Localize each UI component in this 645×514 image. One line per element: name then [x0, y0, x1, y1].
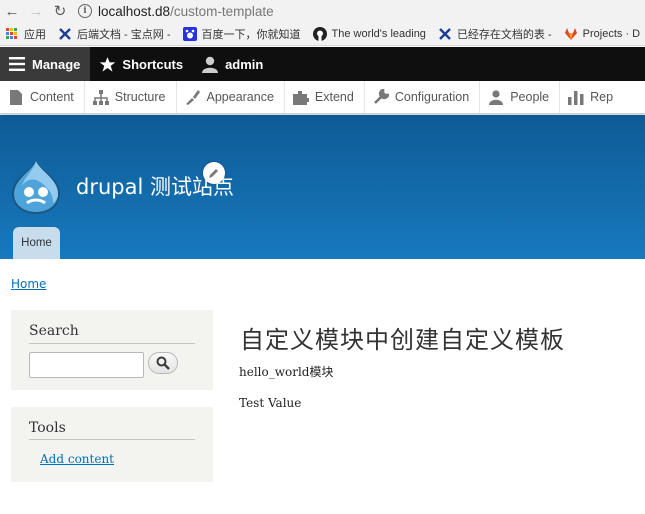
- divider: [29, 439, 195, 440]
- search-button[interactable]: [148, 352, 178, 374]
- divider: [29, 343, 195, 344]
- browser-address-bar: ← → ↻ i localhost.d8/custom-template: [0, 0, 645, 22]
- back-icon[interactable]: ←: [0, 0, 24, 22]
- forward-icon[interactable]: →: [24, 0, 48, 22]
- admin-toolbar: Manage Shortcuts admin: [0, 47, 645, 81]
- site-header: drupal 测试站点 Home: [0, 115, 645, 259]
- appearance-icon: [185, 89, 201, 105]
- apps-icon: [6, 27, 18, 40]
- tray-item-label: Configuration: [394, 90, 470, 104]
- structure-icon: [92, 89, 109, 105]
- search-block-title: Search: [29, 323, 79, 339]
- page-title: 自定义模块中创建自定义模板: [240, 326, 565, 354]
- content-text: hello_world模块: [239, 365, 334, 379]
- bookmark-x-icon: [59, 27, 71, 40]
- url-path: /custom-template: [170, 3, 274, 19]
- wrench-icon: [373, 89, 389, 105]
- tray-item-appearance[interactable]: Appearance: [177, 81, 285, 113]
- tray-item-label: People: [510, 90, 550, 104]
- bookmark-label: The world's leading: [331, 27, 426, 40]
- bookmark-apps[interactable]: 应用: [6, 26, 46, 42]
- tray-item-configuration[interactable]: Configuration: [365, 81, 481, 113]
- home-tab-label: Home: [21, 237, 52, 249]
- manage-button[interactable]: Manage: [0, 47, 91, 81]
- info-icon[interactable]: i: [78, 4, 92, 18]
- tools-block-title: Tools: [29, 420, 66, 436]
- baidu-icon: [182, 26, 197, 41]
- search-icon: [156, 356, 170, 370]
- tray-item-people[interactable]: People: [480, 81, 561, 113]
- bookmark-item[interactable]: 百度一下，你就知道: [182, 26, 301, 42]
- admin-tray: Content Structure Appearance Extend Conf…: [0, 81, 645, 114]
- url-field[interactable]: i localhost.d8/custom-template: [78, 0, 274, 22]
- tray-item-reports[interactable]: Rep: [560, 81, 623, 113]
- bookmark-label: Projects · D: [582, 27, 641, 40]
- breadcrumb-home-link[interactable]: Home: [11, 277, 46, 291]
- tray-item-label: Extend: [314, 90, 354, 104]
- user-button[interactable]: admin: [193, 47, 273, 81]
- bookmark-label: 后端文档 - 宝点网 -: [77, 28, 171, 41]
- gitlab-icon: [564, 27, 577, 40]
- shortcuts-label: Shortcuts: [122, 56, 184, 72]
- home-tab[interactable]: Home: [13, 227, 60, 259]
- tray-item-extend[interactable]: Extend: [285, 81, 365, 113]
- bookmark-label: 百度一下，你就知道: [201, 28, 301, 41]
- edit-pencil-icon[interactable]: [203, 162, 225, 184]
- bookmark-item[interactable]: Projects · D: [564, 27, 640, 41]
- reports-icon: [568, 89, 584, 105]
- reload-icon[interactable]: ↻: [48, 0, 72, 22]
- bookmarks-bar: 应用 后端文档 - 宝点网 - 百度一下，你就知道 The world's le…: [0, 22, 645, 46]
- hamburger-icon: [8, 55, 26, 73]
- extend-icon: [292, 89, 309, 105]
- star-icon: [98, 55, 116, 73]
- user-icon: [201, 55, 219, 73]
- shortcuts-button[interactable]: Shortcuts: [90, 47, 193, 81]
- tray-item-label: Content: [30, 90, 74, 104]
- manage-label: Manage: [32, 56, 81, 72]
- bookmark-label: 应用: [24, 28, 46, 41]
- tray-item-label: Appearance: [206, 90, 274, 104]
- bookmark-label: 已经存在文档的表 -: [456, 28, 552, 41]
- bookmark-item[interactable]: The world's leading: [312, 26, 426, 41]
- content-text: Test Value: [239, 396, 302, 410]
- bookmark-item[interactable]: 已经存在文档的表 -: [438, 26, 552, 42]
- user-label: admin: [225, 56, 264, 72]
- content-icon: [8, 89, 24, 105]
- search-input[interactable]: [29, 352, 144, 378]
- url-host: localhost.d8: [98, 3, 171, 19]
- search-block: Search: [11, 310, 213, 390]
- tray-item-content[interactable]: Content: [0, 81, 85, 113]
- tools-block: Tools Add content: [11, 407, 213, 482]
- add-content-link[interactable]: Add content: [40, 452, 114, 466]
- people-icon: [488, 89, 504, 105]
- bookmark-x-icon: [439, 27, 451, 40]
- tray-item-structure[interactable]: Structure: [85, 81, 177, 113]
- drupal-logo[interactable]: [10, 158, 62, 216]
- github-icon: [312, 26, 327, 41]
- bookmark-item[interactable]: 后端文档 - 宝点网 -: [58, 26, 171, 42]
- tray-item-label: Rep: [590, 90, 614, 104]
- tray-item-label: Structure: [114, 90, 166, 104]
